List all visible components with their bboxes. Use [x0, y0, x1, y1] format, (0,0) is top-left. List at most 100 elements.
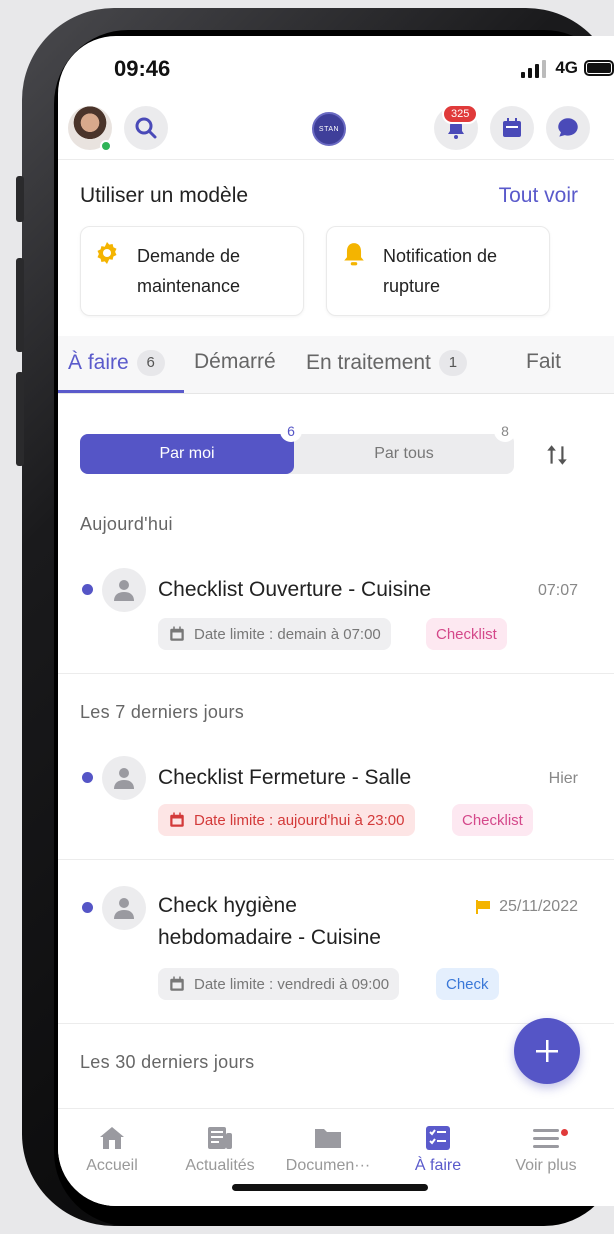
sort-icon[interactable]: [544, 442, 570, 473]
bottom-navigation: Accueil Actualités Documen··· À faire Vo…: [58, 1108, 614, 1206]
menu-icon: [533, 1129, 559, 1148]
status-bar: 09:46 4G: [58, 50, 614, 90]
template-card-line: rupture: [383, 276, 441, 296]
bell-icon: [341, 241, 367, 272]
type-chip: Checklist: [426, 618, 507, 650]
task-row[interactable]: Checklist Fermeture - Salle Hier Date li…: [58, 742, 614, 860]
nav-a-faire[interactable]: À faire: [388, 1123, 488, 1175]
volume-up-button: [16, 258, 24, 352]
network-type: 4G: [555, 58, 578, 77]
calendar-icon: [503, 118, 521, 137]
nav-label: Actualités: [185, 1157, 255, 1174]
assignee-avatar: [102, 886, 146, 930]
gear-icon: [95, 241, 119, 270]
task-time: 07:07: [538, 582, 578, 600]
templates-title: Utiliser un modèle: [80, 184, 249, 207]
status-time: 09:46: [114, 56, 171, 81]
signal-icon: [521, 60, 546, 78]
unread-dot: [82, 584, 93, 595]
home-indicator: [232, 1184, 428, 1191]
assignee-filter: Par moi Par tous 6 8: [80, 420, 516, 474]
nav-label: Accueil: [86, 1157, 138, 1174]
section-last-30-days: Les 30 derniers jours: [80, 1052, 255, 1072]
tab-label: Fait: [526, 350, 562, 373]
nav-label: Voir plus: [515, 1157, 577, 1174]
mute-switch: [16, 176, 24, 222]
task-time-text: 07:07: [537, 582, 578, 599]
template-card-line: maintenance: [137, 276, 241, 296]
calendar-button[interactable]: [490, 106, 534, 150]
search-icon: [135, 117, 157, 139]
tab-a-faire[interactable]: À faire 6: [68, 350, 165, 376]
deadline-text: Date limite : vendredi à 09:00: [194, 975, 390, 993]
top-header: STAN 325: [58, 102, 614, 160]
type-text: Checklist: [462, 811, 523, 829]
filter-par-tous-button[interactable]: Par tous: [294, 434, 514, 474]
nav-voir-plus[interactable]: Voir plus: [496, 1123, 596, 1175]
search-button[interactable]: [124, 106, 168, 150]
type-text: Checklist: [436, 625, 497, 643]
brand-logo: STAN: [312, 112, 346, 146]
unread-dot: [82, 902, 93, 913]
assignee-avatar: [102, 568, 146, 612]
task-time-text: 25/11/2022: [499, 898, 578, 915]
template-card-maintenance[interactable]: Demande de maintenance: [80, 226, 304, 316]
filter-label: Par moi: [159, 445, 215, 462]
chat-bubble-icon: [558, 118, 578, 137]
calendar-icon: [170, 812, 184, 827]
checklist-icon: [426, 1126, 450, 1150]
task-title: Checklist Ouverture - Cuisine: [158, 578, 432, 601]
filter-count-all: 8: [494, 420, 516, 442]
filter-label: Par tous: [374, 445, 434, 462]
folder-icon: [315, 1129, 341, 1148]
deadline-text: Date limite : aujourd'hui à 23:00: [194, 811, 405, 829]
task-time: Hier: [549, 770, 578, 788]
deadline-chip-overdue: Date limite : aujourd'hui à 23:00: [158, 804, 415, 836]
task-time-text: Hier: [548, 770, 578, 787]
type-chip: Checklist: [452, 804, 533, 836]
task-title: Check hygiène hebdomadaire - Cuisine: [158, 890, 381, 954]
filter-count-mine: 6: [280, 420, 302, 442]
volume-down-button: [16, 372, 24, 466]
nav-documents[interactable]: Documen···: [278, 1123, 378, 1175]
deadline-text: Date limite : demain à 07:00: [194, 625, 381, 643]
news-icon: [208, 1127, 232, 1149]
template-card-line: Notification de: [383, 246, 498, 266]
deadline-chip: Date limite : demain à 07:00: [158, 618, 391, 650]
deadline-chip: Date limite : vendredi à 09:00: [158, 968, 400, 1000]
template-card-line: Demande de: [137, 246, 241, 266]
unread-dot: [82, 772, 93, 783]
section-last-7-days: Les 7 derniers jours: [80, 702, 245, 722]
new-indicator-dot: [561, 1129, 568, 1136]
task-row[interactable]: Checklist Ouverture - Cuisine 07:07 Date…: [58, 556, 614, 674]
task-row[interactable]: Check hygiène hebdomadaire - Cuisine 25/…: [58, 860, 614, 1024]
assignee-avatar: [102, 756, 146, 800]
nav-label: À faire: [414, 1157, 462, 1174]
plus-icon: [536, 1040, 558, 1062]
messages-button[interactable]: [546, 106, 590, 150]
filter-par-moi-button[interactable]: Par moi: [80, 434, 294, 474]
tab-count-badge: 6: [136, 350, 165, 376]
active-tab-indicator: [58, 390, 184, 393]
add-task-button[interactable]: [514, 1018, 580, 1084]
nav-accueil[interactable]: Accueil: [62, 1123, 162, 1175]
tab-count-badge: 1: [438, 350, 467, 376]
tab-fait[interactable]: Fait: [526, 350, 561, 374]
online-status-dot: [100, 140, 112, 152]
templates-see-all-link[interactable]: Tout voir: [499, 184, 578, 208]
section-today: Aujourd'hui: [80, 514, 173, 534]
tab-label: À faire: [68, 351, 129, 374]
flag-icon: [476, 900, 491, 914]
calendar-icon: [170, 626, 184, 641]
type-chip: Check: [436, 968, 499, 1000]
task-title-line: hebdomadaire - Cuisine: [158, 926, 381, 949]
person-icon: [114, 898, 134, 919]
calendar-icon: [170, 976, 184, 991]
notification-badge: 325: [442, 104, 479, 124]
tab-en-traitement[interactable]: En traitement 1: [306, 350, 467, 376]
home-icon: [100, 1127, 124, 1149]
tab-demarre[interactable]: Démarré: [194, 350, 276, 374]
nav-actualites[interactable]: Actualités: [170, 1123, 270, 1175]
template-card-rupture[interactable]: Notification de rupture: [326, 226, 550, 316]
nav-label: Documen···: [285, 1157, 371, 1174]
